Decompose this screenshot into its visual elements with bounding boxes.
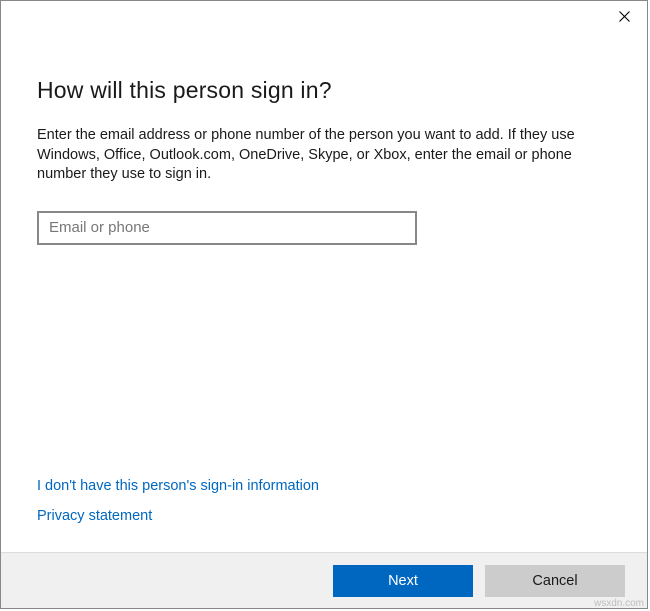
dialog-window: How will this person sign in? Enter the … (0, 0, 648, 609)
close-icon (619, 11, 630, 22)
close-button[interactable] (611, 5, 637, 27)
spacer (37, 253, 611, 478)
titlebar (1, 1, 647, 29)
links-section: I don't have this person's sign-in infor… (37, 478, 611, 552)
cancel-button[interactable]: Cancel (485, 565, 625, 597)
watermark: wsxdn.com (594, 598, 644, 609)
page-heading: How will this person sign in? (37, 77, 611, 104)
description-text: Enter the email address or phone number … (37, 126, 597, 185)
no-signin-info-link[interactable]: I don't have this person's sign-in infor… (37, 478, 319, 494)
privacy-statement-link[interactable]: Privacy statement (37, 508, 152, 524)
dialog-content: How will this person sign in? Enter the … (1, 29, 647, 552)
dialog-footer: Next Cancel (1, 552, 647, 608)
email-or-phone-input[interactable] (37, 211, 417, 245)
input-row (37, 211, 611, 245)
next-button[interactable]: Next (333, 565, 473, 597)
